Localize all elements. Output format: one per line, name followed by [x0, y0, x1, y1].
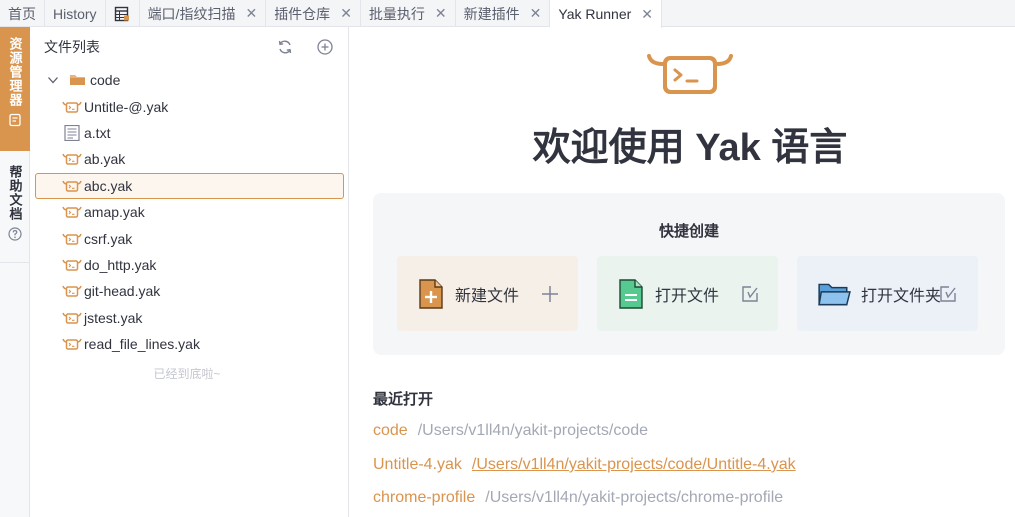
recent-path: /Users/v1ll4n/yakit-projects/chrome-prof…	[485, 489, 784, 506]
plus-icon	[542, 286, 558, 302]
recent-name[interactable]: code	[373, 422, 408, 440]
text-file-icon	[64, 124, 80, 141]
yak-file-icon	[62, 154, 82, 166]
tab-plugin-store[interactable]: 插件仓库 ✕	[266, 0, 361, 27]
side-tab-help[interactable]: 帮助文档	[0, 151, 30, 263]
quick-create-panel: 快捷创建 新建文件 打开文件 打开文件夹	[373, 193, 1005, 355]
add-circle-icon[interactable]	[316, 38, 334, 56]
recent-path[interactable]: /Users/v1ll4n/yakit-projects/code/Untitl…	[472, 456, 796, 474]
file-name: amap.yak	[84, 204, 145, 221]
folder-code[interactable]: code	[36, 67, 348, 93]
close-icon[interactable]: ✕	[530, 5, 542, 22]
panel-title: 文件列表	[44, 39, 100, 55]
yak-logo	[647, 54, 733, 94]
file-item[interactable]: amap.yak	[36, 199, 348, 225]
folder-name: code	[90, 72, 121, 89]
recent-name[interactable]: chrome-profile	[373, 489, 475, 507]
recent-name[interactable]: Untitle-4.yak	[373, 456, 462, 474]
file-name: git-head.yak	[84, 283, 161, 300]
file-item[interactable]: do_http.yak	[36, 252, 348, 278]
file-item[interactable]: abc.yak	[35, 172, 344, 199]
tab-label: 首页	[8, 5, 36, 22]
open-file-icon	[619, 278, 643, 309]
open-arrow-icon	[940, 286, 956, 302]
yak-file-icon	[62, 180, 82, 192]
file-name: a.txt	[84, 124, 111, 141]
recent-title: 最近打开	[373, 391, 434, 408]
yak-file-icon	[62, 338, 82, 350]
file-item[interactable]: Untitle-@.yak	[36, 93, 348, 119]
close-icon[interactable]: ✕	[435, 5, 447, 22]
tab-history[interactable]: History	[45, 0, 106, 27]
file-item[interactable]: csrf.yak	[36, 225, 348, 251]
file-item[interactable]: ab.yak	[36, 146, 348, 172]
file-name: csrf.yak	[84, 230, 133, 247]
new-file-button[interactable]: 新建文件	[397, 256, 578, 331]
panel-header: 文件列表	[30, 27, 348, 67]
tab-bar: 首页 History 端口/指纹扫描 ✕ 插件仓库 ✕ 批量执行 ✕ 新建插件 ✕ Ya…	[0, 0, 1015, 28]
tab-label: History	[53, 5, 97, 22]
open-folder-icon	[818, 283, 851, 305]
tab-label: 新建插件	[463, 5, 520, 22]
open-arrow-icon	[742, 286, 758, 302]
file-item[interactable]: jstest.yak	[36, 305, 348, 331]
close-icon[interactable]: ✕	[245, 5, 257, 22]
chevron-down-icon[interactable]	[46, 73, 60, 87]
yak-file-icon	[62, 206, 82, 218]
yak-file-icon	[62, 233, 82, 245]
recent-path: /Users/v1ll4n/yakit-projects/code	[417, 422, 649, 439]
tab-home[interactable]: 首页	[0, 0, 45, 27]
recent-item[interactable]: Untitle-4.yak /Users/v1ll4n/yakit-projec…	[373, 456, 796, 474]
file-name: ab.yak	[84, 151, 126, 168]
side-tab-label: 资源管理器	[7, 37, 23, 107]
tab-label: 端口/指纹扫描	[147, 5, 236, 22]
folder-icon	[70, 75, 85, 86]
close-icon[interactable]: ✕	[641, 6, 653, 23]
yak-file-icon	[62, 286, 82, 298]
side-tab-label: 帮助文档	[7, 165, 23, 221]
tab-batch-exec[interactable]: 批量执行 ✕	[361, 0, 456, 27]
file-name: jstest.yak	[84, 309, 143, 326]
recent-item[interactable]: chrome-profile /Users/v1ll4n/yakit-proje…	[373, 489, 783, 507]
file-name: read_file_lines.yak	[84, 336, 200, 353]
tab-table[interactable]	[106, 0, 140, 27]
tab-yak-runner[interactable]: Yak Runner ✕	[550, 0, 663, 28]
file-tree: code Untitle-@.yak a.txt ab.yak abc.yak amap…	[30, 67, 348, 382]
side-tab-explorer[interactable]: 资源管理器	[0, 27, 30, 151]
welcome-page: 欢迎使用 Yak 语言 快捷创建 新建文件 打开文件 打开文件夹 最近打开 co…	[350, 28, 1015, 517]
quick-create-title: 快捷创建	[658, 223, 719, 240]
recent-item[interactable]: code /Users/v1ll4n/yakit-projects/code	[373, 422, 648, 440]
open-file-label: 打开文件	[655, 287, 720, 305]
file-name: Untitle-@.yak	[84, 98, 169, 115]
yak-file-icon	[62, 259, 82, 271]
welcome-title: 欢迎使用 Yak 语言	[532, 127, 848, 169]
yak-file-icon	[62, 312, 82, 324]
tab-label: 插件仓库	[274, 5, 331, 22]
open-folder-label: 打开文件夹	[861, 287, 942, 305]
file-explorer-panel: 文件列表 code Untitle-@.yak a.txt ab.yak abc.ya…	[30, 27, 349, 517]
file-name: do_http.yak	[84, 256, 157, 273]
file-list: Untitle-@.yak a.txt ab.yak abc.yak amap.yak c…	[35, 93, 348, 357]
open-file-button[interactable]: 打开文件	[597, 256, 778, 331]
help-circle-icon	[8, 227, 22, 241]
new-file-icon	[419, 278, 443, 309]
close-icon[interactable]: ✕	[340, 5, 352, 22]
end-of-list-note: 已经到底啦~	[153, 367, 221, 382]
side-tab-strip: 资源管理器 帮助文档	[0, 27, 30, 517]
tab-port-scan[interactable]: 端口/指纹扫描 ✕	[140, 0, 267, 27]
tab-new-plugin[interactable]: 新建插件 ✕	[456, 0, 551, 27]
file-item[interactable]: read_file_lines.yak	[36, 331, 348, 357]
document-icon	[9, 113, 21, 127]
tab-label: 批量执行	[368, 5, 425, 22]
refresh-icon[interactable]	[276, 38, 294, 56]
open-folder-button[interactable]: 打开文件夹	[797, 256, 978, 331]
new-file-label: 新建文件	[455, 287, 520, 305]
tab-label: Yak Runner	[558, 6, 632, 22]
file-name: abc.yak	[84, 177, 133, 194]
yak-file-icon	[62, 101, 82, 113]
table-icon	[114, 6, 130, 21]
file-item[interactable]: git-head.yak	[36, 278, 348, 304]
file-item[interactable]: a.txt	[36, 120, 348, 146]
